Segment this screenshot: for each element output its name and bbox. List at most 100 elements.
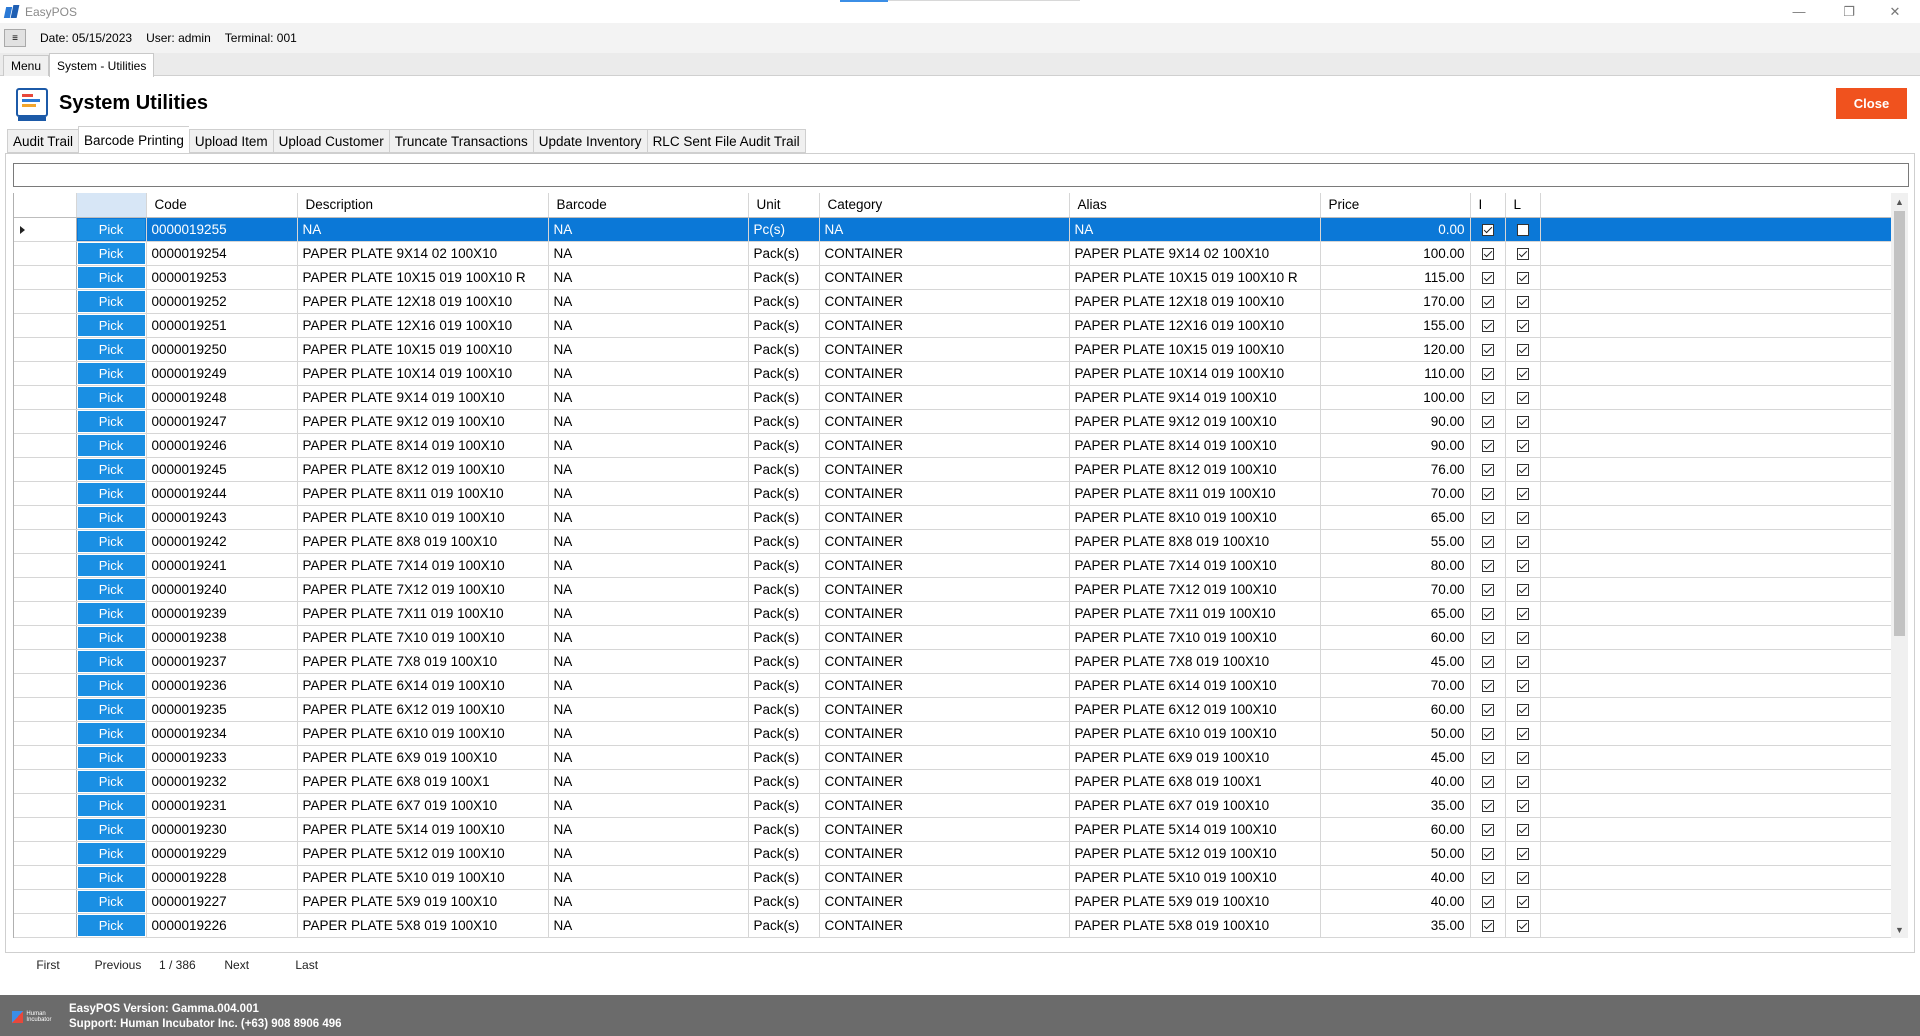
tab-audit-trail[interactable]: Audit Trail bbox=[7, 129, 79, 153]
row-header[interactable] bbox=[14, 289, 77, 314]
l-checkbox[interactable] bbox=[1516, 391, 1529, 404]
pick-button[interactable]: Pick bbox=[77, 218, 145, 240]
table-row[interactable]: Pick 0000019234 PAPER PLATE 6X10 019 100X1… bbox=[14, 721, 1891, 746]
previous-page-button[interactable]: Previous bbox=[83, 958, 153, 972]
description-column-header[interactable]: Description bbox=[297, 193, 549, 218]
i-checkbox[interactable] bbox=[1481, 919, 1494, 932]
close-button[interactable]: Close bbox=[1836, 88, 1907, 119]
i-checkbox[interactable] bbox=[1481, 415, 1494, 428]
code-column-header[interactable]: Code bbox=[146, 193, 298, 218]
l-checkbox[interactable] bbox=[1516, 295, 1529, 308]
pick-button[interactable]: Pick bbox=[77, 914, 145, 936]
table-row[interactable]: Pick 0000019248 PAPER PLATE 9X14 019 100X1… bbox=[14, 385, 1891, 410]
table-row[interactable]: Pick 0000019250 PAPER PLATE 10X15 019 100X… bbox=[14, 337, 1891, 362]
row-header[interactable] bbox=[14, 217, 77, 242]
i-checkbox[interactable] bbox=[1481, 559, 1494, 572]
pick-button[interactable]: Pick bbox=[77, 266, 145, 288]
l-checkbox[interactable] bbox=[1516, 343, 1529, 356]
i-checkbox[interactable] bbox=[1481, 679, 1494, 692]
pick-button[interactable]: Pick bbox=[77, 842, 145, 864]
first-page-button[interactable]: First bbox=[13, 958, 83, 972]
pick-button[interactable]: Pick bbox=[77, 626, 145, 648]
pick-column-header[interactable] bbox=[76, 193, 147, 218]
row-header[interactable] bbox=[14, 433, 77, 458]
table-row[interactable]: Pick 0000019252 PAPER PLATE 12X18 019 100X… bbox=[14, 289, 1891, 314]
table-row[interactable]: Pick 0000019251 PAPER PLATE 12X16 019 100X… bbox=[14, 313, 1891, 338]
minimize-icon[interactable]: — bbox=[1776, 0, 1822, 23]
l-checkbox[interactable] bbox=[1516, 559, 1529, 572]
table-row[interactable]: Pick 0000019249 PAPER PLATE 10X14 019 100X… bbox=[14, 361, 1891, 386]
l-checkbox[interactable] bbox=[1516, 871, 1529, 884]
table-row[interactable]: Pick 0000019241 PAPER PLATE 7X14 019 100X1… bbox=[14, 553, 1891, 578]
l-checkbox[interactable] bbox=[1516, 919, 1529, 932]
pick-button[interactable]: Pick bbox=[77, 338, 145, 360]
l-checkbox[interactable] bbox=[1516, 751, 1529, 764]
row-header[interactable] bbox=[14, 817, 77, 842]
l-checkbox[interactable] bbox=[1516, 247, 1529, 260]
row-header[interactable] bbox=[14, 505, 77, 530]
pick-button[interactable]: Pick bbox=[77, 530, 145, 552]
l-checkbox[interactable] bbox=[1516, 511, 1529, 524]
row-header[interactable] bbox=[14, 337, 77, 362]
search-input[interactable] bbox=[13, 163, 1909, 187]
tab-truncate-transactions[interactable]: Truncate Transactions bbox=[388, 129, 533, 153]
l-checkbox[interactable] bbox=[1516, 223, 1529, 236]
row-header[interactable] bbox=[14, 673, 77, 698]
table-row[interactable]: Pick 0000019229 PAPER PLATE 5X12 019 100X1… bbox=[14, 841, 1891, 866]
table-row[interactable]: Pick 0000019233 PAPER PLATE 6X9 019 100X10… bbox=[14, 745, 1891, 770]
row-header[interactable] bbox=[14, 841, 77, 866]
l-checkbox[interactable] bbox=[1516, 415, 1529, 428]
price-column-header[interactable]: Price bbox=[1320, 193, 1471, 218]
l-column-header[interactable]: L bbox=[1505, 193, 1541, 218]
table-row[interactable]: Pick 0000019243 PAPER PLATE 8X10 019 100X1… bbox=[14, 505, 1891, 530]
table-row[interactable]: Pick 0000019253 PAPER PLATE 10X15 019 100X… bbox=[14, 265, 1891, 290]
table-row[interactable]: Pick 0000019238 PAPER PLATE 7X10 019 100X1… bbox=[14, 625, 1891, 650]
table-row[interactable]: Pick 0000019226 PAPER PLATE 5X8 019 100X10… bbox=[14, 913, 1891, 938]
pick-button[interactable]: Pick bbox=[77, 746, 145, 768]
vertical-scrollbar[interactable]: ▲ ▼ bbox=[1891, 193, 1908, 938]
pick-button[interactable]: Pick bbox=[77, 794, 145, 816]
i-checkbox[interactable] bbox=[1481, 799, 1494, 812]
row-header[interactable] bbox=[14, 409, 77, 434]
i-column-header[interactable]: I bbox=[1470, 193, 1506, 218]
table-row[interactable]: Pick 0000019228 PAPER PLATE 5X10 019 100X1… bbox=[14, 865, 1891, 890]
row-header[interactable] bbox=[14, 361, 77, 386]
tab-upload-item[interactable]: Upload Item bbox=[188, 129, 273, 153]
pick-button[interactable]: Pick bbox=[77, 458, 145, 480]
row-header[interactable] bbox=[14, 697, 77, 722]
l-checkbox[interactable] bbox=[1516, 799, 1529, 812]
tab-barcode-printing[interactable]: Barcode Printing bbox=[78, 126, 189, 153]
pick-button[interactable]: Pick bbox=[77, 242, 145, 264]
table-row[interactable]: Pick 0000019237 PAPER PLATE 7X8 019 100X10… bbox=[14, 649, 1891, 674]
pick-button[interactable]: Pick bbox=[77, 482, 145, 504]
row-header[interactable] bbox=[14, 265, 77, 290]
pick-button[interactable]: Pick bbox=[77, 722, 145, 744]
row-header[interactable] bbox=[14, 745, 77, 770]
l-checkbox[interactable] bbox=[1516, 895, 1529, 908]
i-checkbox[interactable] bbox=[1481, 271, 1494, 284]
scrollbar-thumb[interactable] bbox=[1894, 211, 1905, 636]
row-header[interactable] bbox=[14, 913, 77, 938]
close-icon[interactable]: ✕ bbox=[1872, 0, 1918, 23]
pick-button[interactable]: Pick bbox=[77, 698, 145, 720]
l-checkbox[interactable] bbox=[1516, 679, 1529, 692]
i-checkbox[interactable] bbox=[1481, 343, 1494, 356]
table-row[interactable]: Pick 0000019239 PAPER PLATE 7X11 019 100X1… bbox=[14, 601, 1891, 626]
table-row[interactable]: Pick 0000019230 PAPER PLATE 5X14 019 100X1… bbox=[14, 817, 1891, 842]
row-header[interactable] bbox=[14, 649, 77, 674]
i-checkbox[interactable] bbox=[1481, 727, 1494, 740]
i-checkbox[interactable] bbox=[1481, 775, 1494, 788]
pick-button[interactable]: Pick bbox=[77, 602, 145, 624]
row-header[interactable] bbox=[14, 793, 77, 818]
pick-button[interactable]: Pick bbox=[77, 410, 145, 432]
l-checkbox[interactable] bbox=[1516, 703, 1529, 716]
row-header[interactable] bbox=[14, 865, 77, 890]
row-header[interactable] bbox=[14, 553, 77, 578]
l-checkbox[interactable] bbox=[1516, 487, 1529, 500]
l-checkbox[interactable] bbox=[1516, 847, 1529, 860]
l-checkbox[interactable] bbox=[1516, 319, 1529, 332]
table-row[interactable]: Pick 0000019245 PAPER PLATE 8X12 019 100X1… bbox=[14, 457, 1891, 482]
pick-button[interactable]: Pick bbox=[77, 650, 145, 672]
i-checkbox[interactable] bbox=[1481, 463, 1494, 476]
i-checkbox[interactable] bbox=[1481, 607, 1494, 620]
